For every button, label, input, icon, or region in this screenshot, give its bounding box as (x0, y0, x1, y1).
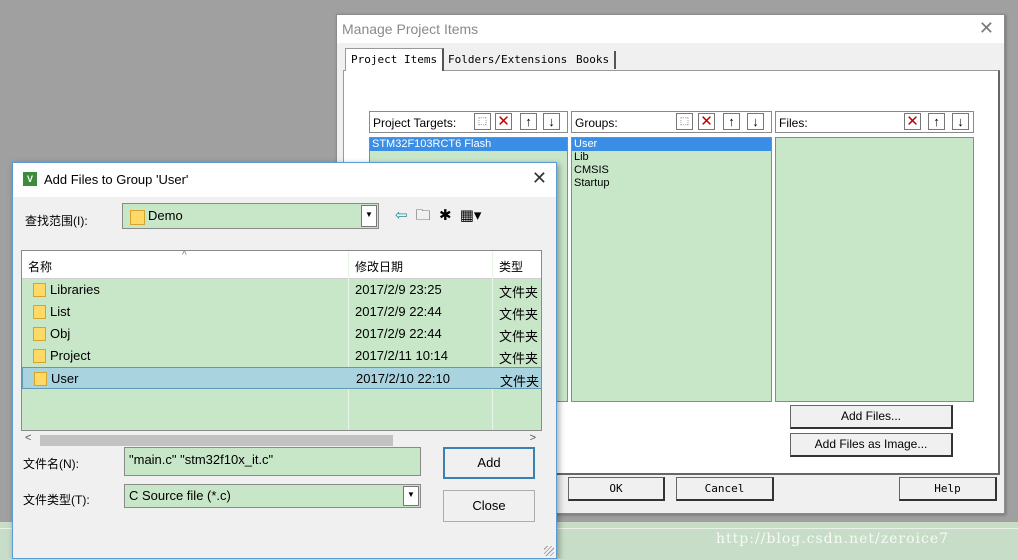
row-name: Project (50, 348, 91, 363)
list-item[interactable]: CMSIS (572, 164, 771, 177)
tab-project-items[interactable]: Project Items (345, 48, 445, 71)
row-name: Libraries (50, 282, 100, 297)
delete-file-icon[interactable]: ✕ (904, 113, 921, 130)
cancel-button[interactable]: Cancel (676, 477, 774, 501)
scrollbar-thumb[interactable] (40, 435, 393, 446)
add-files-as-image-button[interactable]: Add Files as Image... (790, 433, 953, 457)
row-date: 2017/2/9 22:44 (355, 304, 442, 319)
ok-button[interactable]: OK (568, 477, 665, 501)
files-label: Files: (779, 116, 808, 130)
tab-books[interactable]: Books (571, 51, 617, 69)
filename-input[interactable]: "main.c" "stm32f10x_it.c" (124, 447, 421, 476)
look-in-combo[interactable]: Demo ▼ (122, 203, 379, 229)
table-row[interactable]: Libraries 2017/2/9 23:25 文件夹 (22, 279, 541, 301)
sort-ascending-icon: ^ (182, 250, 187, 261)
delete-group-icon[interactable]: ✕ (698, 113, 715, 130)
row-type: 文件夹 (500, 374, 540, 389)
targets-header: Project Targets: ⬚ ✕ ↑ ↓ (369, 111, 568, 133)
manage-dialog-title: Manage Project Items (342, 21, 479, 37)
move-up-group-icon[interactable]: ↑ (723, 113, 740, 130)
close-button[interactable]: Close (443, 490, 535, 522)
view-menu-icon[interactable]: ▦▾ (460, 207, 482, 224)
keil-app-icon: V (23, 172, 37, 186)
row-name: User (51, 371, 79, 386)
files-list[interactable] (775, 137, 974, 402)
row-date: 2017/2/9 23:25 (355, 282, 442, 297)
table-row[interactable]: List 2017/2/9 22:44 文件夹 (22, 301, 541, 323)
folder-icon (33, 327, 46, 341)
chevron-right-icon[interactable]: > (530, 432, 536, 444)
row-type: 文件夹 (499, 329, 539, 344)
file-list[interactable]: 名称 ^ 修改日期 类型 Libraries 2017/2/9 23:25 文件… (21, 250, 542, 431)
up-folder-icon[interactable]: 🗀 (416, 207, 431, 224)
list-item[interactable]: STM32F103RCT6 Flash (370, 138, 567, 151)
row-date: 2017/2/11 10:14 (355, 348, 449, 363)
add-files-button[interactable]: Add Files... (790, 405, 953, 429)
delete-target-icon[interactable]: ✕ (495, 113, 512, 130)
folder-icon (33, 305, 46, 319)
table-row[interactable]: Project 2017/2/11 10:14 文件夹 (22, 345, 541, 367)
row-type: 文件夹 (499, 307, 539, 322)
groups-header: Groups: ⬚ ✕ ↑ ↓ (571, 111, 772, 133)
move-down-group-icon[interactable]: ↓ (747, 113, 764, 130)
add-files-dialog: V Add Files to Group 'User' ✕ 查找范围(I): D… (12, 162, 557, 559)
move-up-file-icon[interactable]: ↑ (928, 113, 945, 130)
list-item[interactable]: User (572, 138, 771, 151)
filetype-label: 文件类型(T): (23, 493, 90, 507)
add-dialog-titlebar[interactable]: V Add Files to Group 'User' ✕ (13, 163, 556, 197)
look-in-value: Demo (148, 208, 183, 223)
file-list-header: 名称 ^ 修改日期 类型 (22, 251, 541, 279)
add-dialog-title: Add Files to Group 'User' (44, 172, 189, 187)
column-name[interactable]: 名称 (28, 258, 52, 275)
nav-toolbar: ⇦ 🗀 ✱ ▦▾ (395, 205, 485, 230)
folder-icon (33, 349, 46, 363)
back-icon[interactable]: ⇦ (395, 207, 408, 224)
list-item[interactable]: Lib (572, 151, 771, 164)
folder-icon (33, 283, 46, 297)
targets-label: Project Targets: (373, 116, 457, 130)
list-item[interactable]: Startup (572, 177, 771, 190)
row-date: 2017/2/10 22:10 (356, 371, 450, 386)
groups-label: Groups: (575, 116, 618, 130)
watermark: http://blog.csdn.net/zeroice7 (716, 531, 950, 547)
close-icon[interactable]: ✕ (979, 18, 994, 39)
tab-folders-extensions[interactable]: Folders/Extensions (443, 51, 575, 69)
column-type[interactable]: 类型 (499, 258, 523, 275)
resize-grip-icon[interactable] (544, 546, 554, 556)
files-header: Files: ✕ ↑ ↓ (775, 111, 974, 133)
filename-label: 文件名(N): (23, 457, 79, 471)
chevron-down-icon[interactable]: ▼ (403, 486, 419, 506)
move-down-target-icon[interactable]: ↓ (543, 113, 560, 130)
filetype-select[interactable]: C Source file (*.c) ▼ (124, 484, 421, 508)
new-target-icon[interactable]: ⬚ (474, 113, 491, 130)
look-in-label: 查找范围(I): (25, 214, 88, 228)
row-name: List (50, 304, 71, 319)
table-row[interactable]: User 2017/2/10 22:10 文件夹 (22, 367, 541, 389)
chevron-left-icon[interactable]: < (25, 432, 31, 444)
row-type: 文件夹 (499, 285, 539, 300)
row-date: 2017/2/9 22:44 (355, 326, 442, 341)
folder-icon (34, 372, 47, 386)
close-icon[interactable]: ✕ (532, 168, 547, 189)
new-group-icon[interactable]: ⬚ (676, 113, 693, 130)
manage-dialog-titlebar[interactable]: Manage Project Items ✕ (337, 15, 1004, 43)
move-up-target-icon[interactable]: ↑ (520, 113, 537, 130)
help-button[interactable]: Help (899, 477, 997, 501)
chevron-down-icon[interactable]: ▼ (361, 205, 377, 227)
move-down-file-icon[interactable]: ↓ (952, 113, 969, 130)
table-row[interactable]: Obj 2017/2/9 22:44 文件夹 (22, 323, 541, 345)
row-name: Obj (50, 326, 71, 341)
folder-icon (130, 210, 145, 225)
add-button[interactable]: Add (443, 447, 535, 479)
groups-list[interactable]: User Lib CMSIS Startup (571, 137, 772, 402)
filetype-value: C Source file (*.c) (129, 488, 231, 503)
new-folder-icon[interactable]: ✱ (439, 207, 452, 224)
row-type: 文件夹 (499, 351, 539, 366)
column-date[interactable]: 修改日期 (355, 258, 403, 275)
